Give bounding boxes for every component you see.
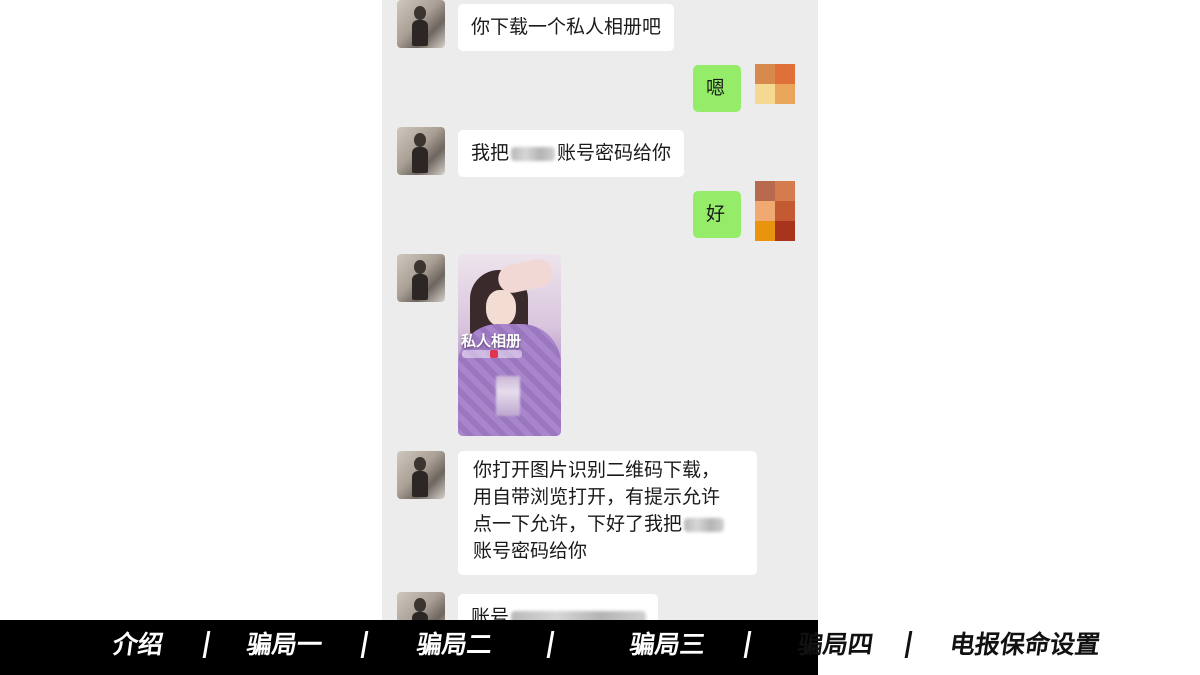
- message-bubble-incoming: 你下载一个私人相册吧: [458, 4, 675, 51]
- chapter-scam-4[interactable]: 骗局四: [795, 627, 875, 663]
- chapter-scam-3[interactable]: 骗局三: [627, 627, 707, 663]
- contact-avatar[interactable]: [397, 254, 445, 302]
- pixel: [755, 84, 775, 104]
- pixel: [755, 64, 775, 84]
- redacted-name: [684, 517, 725, 532]
- image-card-subtitle: [462, 350, 522, 358]
- contact-avatar[interactable]: [397, 127, 445, 175]
- pixel: [775, 64, 795, 84]
- message-bubble-incoming: 你打开图片识别二维码下载， 用自带浏览打开，有提示允许 点一下允许，下好了我把 …: [458, 451, 757, 575]
- image-card-title: 私人相册: [461, 332, 522, 350]
- photo-face: [486, 290, 516, 326]
- message-line: 用自带浏览打开，有提示允许: [473, 486, 721, 508]
- message-text: 账号密码给你: [557, 142, 672, 164]
- image-message[interactable]: 私人相册: [458, 254, 561, 436]
- pixel: [755, 221, 775, 241]
- pixel: [775, 201, 795, 221]
- blurred-qr-code: [496, 376, 520, 416]
- my-avatar[interactable]: [755, 181, 795, 241]
- pixel: [755, 181, 775, 201]
- chapter-telegram-safety[interactable]: 电报保命设置: [947, 627, 1102, 663]
- contact-avatar[interactable]: [397, 0, 445, 48]
- my-avatar[interactable]: [755, 64, 795, 104]
- chapter-separator: [904, 631, 913, 658]
- message-bubble-outgoing: 嗯: [693, 65, 741, 112]
- pixel: [755, 201, 775, 221]
- video-frame: 你下载一个私人相册吧 嗯 我把 账号密码给你 好 私人相册 你打开图片识别二维码…: [0, 0, 1200, 675]
- contact-avatar[interactable]: [397, 451, 445, 499]
- message-bubble-outgoing: 好: [693, 191, 741, 238]
- chapter-intro[interactable]: 介绍: [110, 627, 165, 663]
- message-text: 你下载一个私人相册吧: [471, 16, 662, 38]
- message-text: 点一下允许，下好了我把: [473, 513, 683, 535]
- message-text: 好: [706, 203, 726, 225]
- message-bubble-incoming: 我把 账号密码给你: [458, 130, 685, 177]
- message-line: 点一下允许，下好了我把: [473, 511, 744, 538]
- pixel: [775, 221, 795, 241]
- pixel: [775, 84, 795, 104]
- chapter-scam-1[interactable]: 骗局一: [244, 627, 324, 663]
- chapter-scam-2[interactable]: 骗局二: [414, 627, 494, 663]
- redacted-name: [511, 146, 556, 161]
- message-line: 你打开图片识别二维码下载，: [473, 459, 721, 481]
- message-line: 账号密码给你: [473, 540, 588, 562]
- pixel: [775, 181, 795, 201]
- message-text: 嗯: [706, 77, 726, 99]
- message-text: 我把: [471, 142, 510, 164]
